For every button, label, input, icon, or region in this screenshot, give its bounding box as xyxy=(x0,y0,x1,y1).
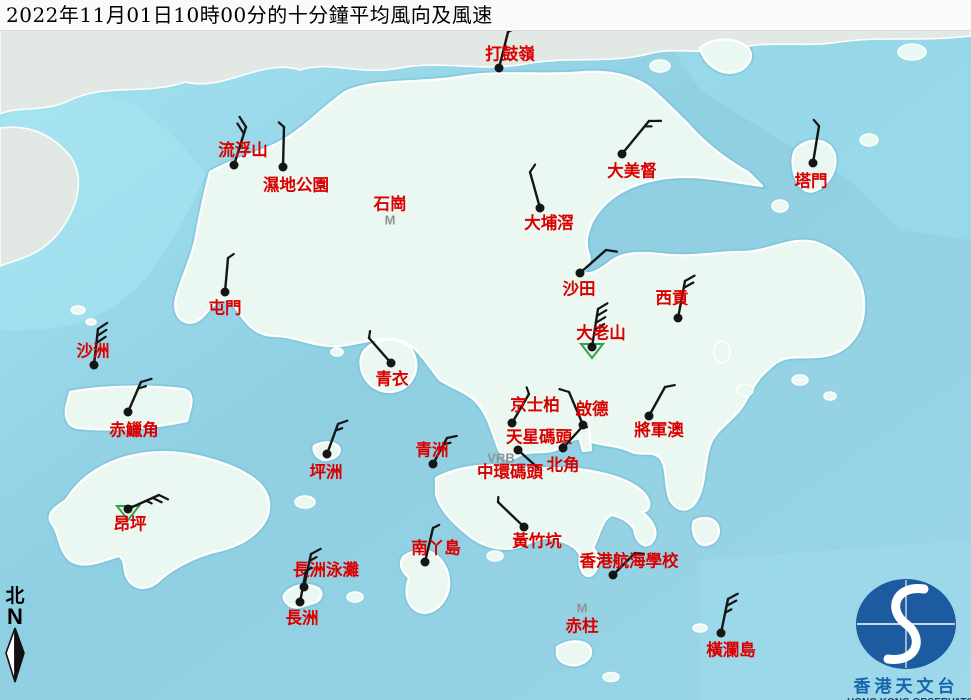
islet xyxy=(650,60,670,72)
station-label: 長洲泳灘 xyxy=(293,560,360,580)
islet xyxy=(331,348,343,356)
station-label: 南丫島 xyxy=(411,538,461,558)
station-marker xyxy=(809,159,818,168)
station-label: 香港航海學校 xyxy=(580,551,680,571)
compass-arrow-icon xyxy=(3,627,27,683)
station-marker xyxy=(514,446,523,455)
map-title: 2022年11月01日10時00分的十分鐘平均風向及風速 xyxy=(0,0,971,30)
compass-north-letter: N xyxy=(2,606,28,627)
station-marker xyxy=(609,571,618,580)
station-marker xyxy=(230,161,239,170)
station-marker xyxy=(124,408,133,417)
station-marker xyxy=(387,359,396,368)
title-bar: 2022年11月01日10時00分的十分鐘平均風向及風速 xyxy=(0,0,971,31)
station-marker xyxy=(90,361,99,370)
land-mass xyxy=(557,641,591,665)
station-marker xyxy=(618,150,627,159)
station-label: 京士柏 xyxy=(510,395,560,415)
station-label: 石崗 xyxy=(373,195,407,214)
station-label: 打鼓嶺 xyxy=(485,44,535,64)
station-label: 啟德 xyxy=(576,399,610,419)
station-marker xyxy=(559,444,568,453)
station-label: 西貢 xyxy=(656,289,690,308)
islet xyxy=(347,592,363,602)
land-mass xyxy=(693,518,719,545)
station-marker xyxy=(429,460,438,469)
station-label: 濕地公園 xyxy=(263,175,329,195)
station-label: 塔門 xyxy=(795,171,828,191)
missing-data-flag: M xyxy=(385,212,396,227)
station-label: 大埔滘 xyxy=(524,213,574,233)
station-marker xyxy=(508,419,517,428)
islet xyxy=(86,319,96,325)
islet xyxy=(737,384,753,396)
station-marker xyxy=(296,598,305,607)
station-marker xyxy=(717,629,726,638)
station-label: 流浮山 xyxy=(218,140,268,160)
station-marker xyxy=(536,204,545,213)
islet xyxy=(295,496,315,508)
station-marker xyxy=(124,505,133,514)
islet xyxy=(898,44,926,60)
north-compass: 北 N xyxy=(2,586,28,688)
hko-logo: 香港天文台 HONG KONG OBSERVATORY xyxy=(847,578,965,700)
islet xyxy=(603,673,619,682)
islet xyxy=(792,375,808,385)
islet xyxy=(714,341,730,363)
station-label: 將軍澳 xyxy=(634,420,684,440)
station-marker xyxy=(674,314,683,323)
islet xyxy=(693,624,707,632)
station-marker xyxy=(495,64,504,73)
hko-name-chinese: 香港天文台 xyxy=(847,672,965,697)
station-label: 屯門 xyxy=(209,298,242,318)
station-marker xyxy=(323,450,332,459)
station-label: 坪洲 xyxy=(310,463,343,482)
compass-north-cjk: 北 xyxy=(2,586,28,606)
missing-data-flag: M xyxy=(577,600,588,615)
station-marker xyxy=(588,343,597,352)
station-marker xyxy=(645,412,654,421)
station-label: 沙洲 xyxy=(77,342,110,361)
hong-kong-map: 打鼓嶺流浮山濕地公園石崗M大美督塔門大埔滘沙田西貢屯門沙洲大老山青衣京士柏啟德天… xyxy=(0,0,971,700)
islet xyxy=(487,551,503,561)
islet xyxy=(824,392,836,400)
islet xyxy=(772,200,788,212)
station-label: 昂坪 xyxy=(114,515,148,534)
station-label: 橫瀾島 xyxy=(706,640,756,660)
station-label: 青洲 xyxy=(416,440,449,460)
station-marker xyxy=(520,523,529,532)
station-label: 長洲 xyxy=(286,609,319,628)
station-label: 青衣 xyxy=(376,369,410,389)
islet xyxy=(860,134,878,146)
station-label: 赤鱲角 xyxy=(109,420,159,440)
hko-emblem-icon xyxy=(850,578,962,670)
islet xyxy=(71,306,85,314)
station-label: 北角 xyxy=(547,455,580,475)
station-label: 赤柱 xyxy=(566,616,600,636)
station-label: 大老山 xyxy=(576,323,626,343)
wind-barb-feather xyxy=(369,331,370,338)
wind-barb-shaft xyxy=(283,127,284,167)
station-label: 黃竹坑 xyxy=(511,531,562,551)
station-marker xyxy=(421,558,430,567)
station-marker xyxy=(576,269,585,278)
station-marker xyxy=(279,163,288,172)
weather-map-screen: 打鼓嶺流浮山濕地公園石崗M大美督塔門大埔滘沙田西貢屯門沙洲大老山青衣京士柏啟德天… xyxy=(0,0,971,700)
station-marker xyxy=(221,288,230,297)
station-label: 沙田 xyxy=(563,280,596,299)
variable-wind-flag: VRB xyxy=(487,450,514,465)
station-label: 大美督 xyxy=(607,161,657,181)
